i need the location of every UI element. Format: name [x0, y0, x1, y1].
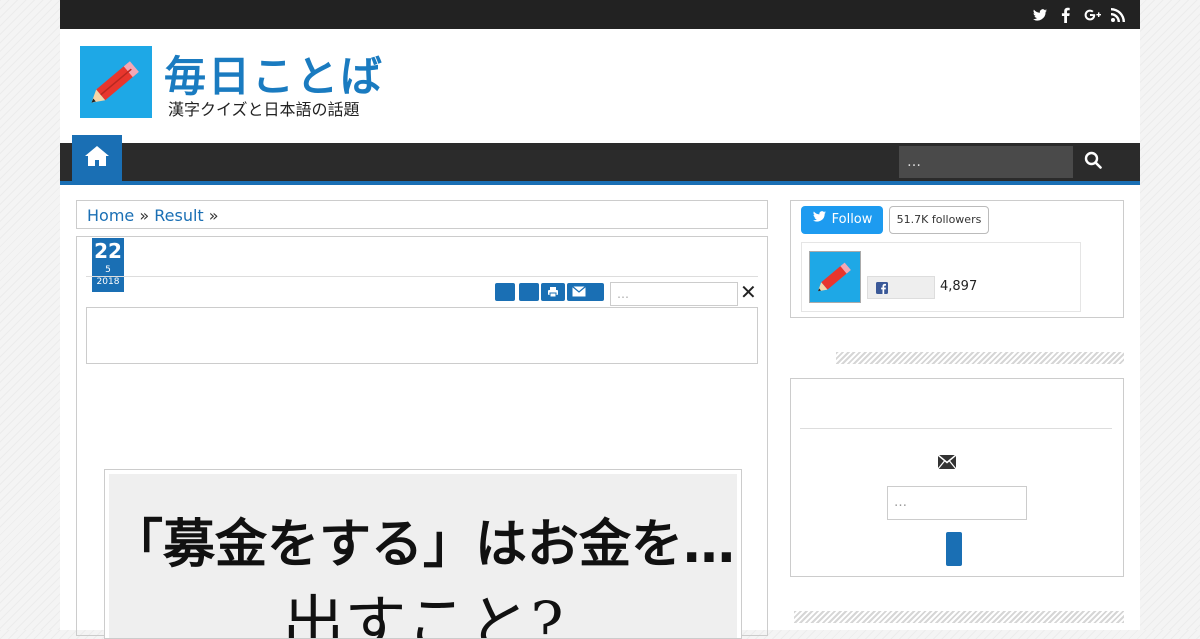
envelope-icon — [937, 454, 957, 470]
quiz-image-line1: 「募金をする」はお金を… — [110, 515, 735, 575]
date-month: 5 — [105, 265, 111, 275]
post-divider — [86, 276, 758, 277]
breadcrumb-result-link[interactable]: Result — [154, 206, 203, 225]
quiz-image-inner: 「募金をする」はお金を… 出すこと? — [109, 474, 737, 638]
home-icon — [84, 144, 110, 172]
site-tagline: 漢字クイズと日本語の話題 — [168, 100, 360, 119]
twitter-followers-count[interactable]: 51.7K followers — [889, 206, 989, 234]
share-search-input[interactable]: … — [610, 282, 738, 306]
top-bar — [60, 0, 1140, 29]
follow-label: Follow — [831, 212, 873, 227]
breadcrumb-separator: » — [139, 206, 150, 225]
subscribe-divider — [800, 428, 1112, 429]
email-icon — [571, 285, 600, 299]
email-button[interactable] — [567, 283, 604, 301]
rss-icon[interactable] — [1110, 7, 1126, 23]
facebook-like-count: 4,897 — [940, 279, 978, 294]
main-nav: … — [60, 135, 1140, 185]
page-wrapper: 毎日ことば 漢字クイズと日本語の話題 … Home » Result » 22 … — [60, 0, 1140, 639]
nav-search-input[interactable]: … — [899, 146, 1073, 178]
facebook-page-avatar[interactable] — [809, 251, 861, 303]
quiz-image-line2: 出すこと? — [282, 588, 564, 638]
date-badge: 22 5 2018 — [92, 238, 124, 292]
site-header: 毎日ことば 漢字クイズと日本語の話題 — [60, 29, 1140, 143]
sidebar-widget-heading — [794, 611, 1124, 623]
share-button[interactable] — [519, 283, 539, 301]
search-icon — [1084, 151, 1102, 173]
pencil-logo-icon[interactable] — [80, 46, 152, 118]
breadcrumb-separator: » — [208, 206, 219, 225]
search-button[interactable] — [1080, 149, 1106, 175]
social-links — [1032, 0, 1126, 29]
subscribe-button[interactable] — [946, 532, 962, 566]
print-icon — [547, 285, 559, 299]
home-button[interactable] — [72, 135, 122, 181]
quiz-image: 「募金をする」はお金を… 出すこと? — [104, 469, 742, 639]
twitter-icon[interactable] — [1032, 7, 1048, 23]
google-plus-icon[interactable] — [1084, 7, 1101, 23]
date-year: 2018 — [96, 277, 120, 287]
twitter-icon — [812, 206, 827, 234]
breadcrumb: Home » Result » — [76, 200, 768, 229]
close-icon[interactable]: ✕ — [740, 281, 757, 303]
facebook-icon[interactable] — [1058, 7, 1074, 23]
sidebar-widget-heading — [836, 352, 1124, 364]
date-day: 22 — [94, 239, 122, 263]
site-title[interactable]: 毎日ことば — [164, 43, 384, 104]
subscribe-email-input[interactable]: … — [887, 486, 1027, 520]
breadcrumb-home-link[interactable]: Home — [87, 206, 134, 225]
ad-slot — [86, 307, 758, 364]
twitter-follow-button[interactable]: Follow — [801, 206, 883, 234]
facebook-like-button[interactable] — [867, 276, 935, 299]
print-button[interactable] — [541, 283, 565, 301]
share-button[interactable] — [495, 283, 515, 301]
